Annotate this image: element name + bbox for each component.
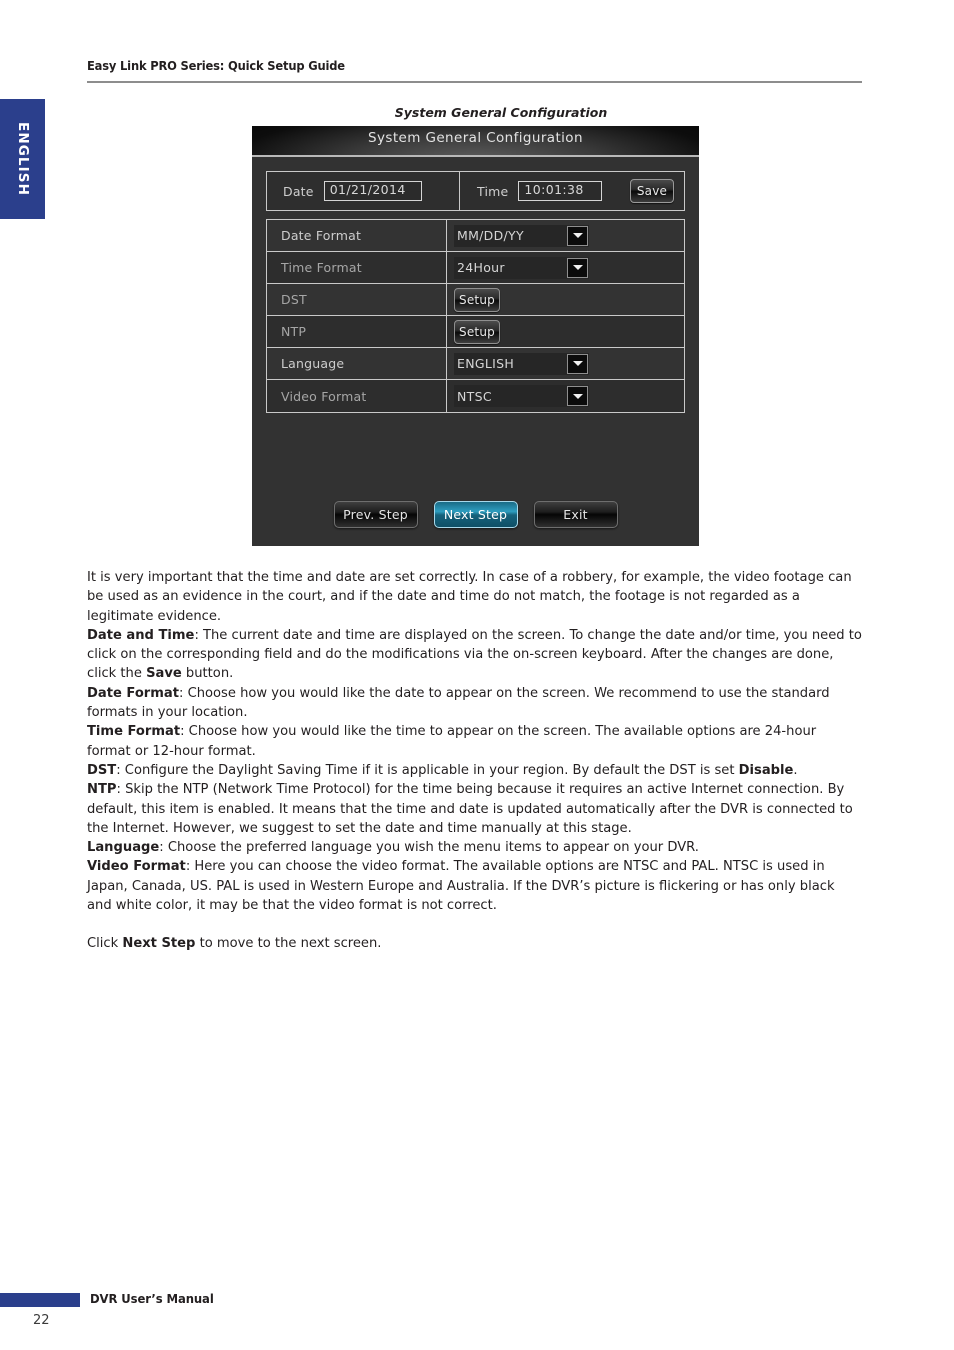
text-video-format: : Here you can choose the video format. … <box>87 859 835 914</box>
text-time-format: : Choose how you would like the time to … <box>87 724 817 759</box>
save-button[interactable]: Save <box>630 179 674 203</box>
page-number: 22 <box>33 1313 50 1328</box>
settings-row-time-format: Time Format 24Hour <box>267 252 684 284</box>
term-save: Save <box>146 666 182 682</box>
settings-label-time-format: Time Format <box>267 252 447 283</box>
time-input[interactable]: 10:01:38 <box>518 181 603 201</box>
term-time-format: Time Format <box>87 724 181 740</box>
settings-row-dst: DST Setup <box>267 284 684 316</box>
text-dst-1: : Configure the Daylight Saving Time if … <box>116 762 739 778</box>
settings-table: Date Format MM/DD/YY Time Format 24Hour <box>266 219 685 413</box>
term-date-format: Date Format <box>87 685 180 701</box>
chevron-down-icon[interactable] <box>567 257 588 278</box>
settings-label-date-format: Date Format <box>267 220 447 251</box>
text-date-and-time-2: button. <box>181 666 234 682</box>
term-video-format: Video Format <box>87 859 186 875</box>
date-input[interactable]: 01/21/2014 <box>323 181 422 201</box>
footer-manual-title: DVR User’s Manual <box>90 1291 214 1306</box>
time-format-dropdown[interactable]: 24Hour <box>454 256 589 279</box>
paragraph-language: Language: Choose the preferred language … <box>87 838 862 857</box>
settings-row-video-format: Video Format NTSC <box>267 380 684 412</box>
dvr-titlebar: System General Configuration <box>252 126 699 157</box>
datetime-row: Date 01/21/2014 Time 10:01:38 Save <box>266 171 685 211</box>
text-dst-2: . <box>793 762 798 778</box>
date-label: Date <box>283 183 314 199</box>
date-format-dropdown[interactable]: MM/DD/YY <box>454 224 589 247</box>
ntp-setup-button[interactable]: Setup <box>454 319 500 344</box>
next-step-button[interactable]: Next Step <box>433 501 518 528</box>
paragraph-time-format: Time Format: Choose how you would like t… <box>87 722 862 761</box>
body-copy: It is very important that the time and d… <box>87 568 862 954</box>
term-disable: Disable <box>738 762 794 778</box>
settings-value-time-format: 24Hour <box>447 252 684 283</box>
chevron-down-icon[interactable] <box>567 386 588 406</box>
prev-step-button[interactable]: Prev. Step <box>333 501 418 528</box>
paragraph-ntp: NTP: Skip the NTP (Network Time Protocol… <box>87 780 862 838</box>
dvr-config-screenshot: System General Configuration Date 01/21/… <box>252 126 699 546</box>
header-divider <box>87 81 862 83</box>
page-title: Easy Link PRO Series: Quick Setup Guide <box>87 58 345 73</box>
time-label: Time <box>477 183 509 199</box>
paragraph-video-format: Video Format: Here you can choose the vi… <box>87 857 862 915</box>
text-click-1: Click <box>87 936 123 952</box>
settings-value-video-format: NTSC <box>447 380 684 412</box>
settings-row-language: Language ENGLISH <box>267 348 684 380</box>
term-next-step: Next Step <box>122 936 196 952</box>
time-cell: Time 10:01:38 Save <box>460 172 684 210</box>
dvr-window-title: System General Configuration <box>368 130 583 146</box>
settings-row-ntp: NTP Setup <box>267 316 684 348</box>
settings-value-dst: Setup <box>447 284 684 315</box>
dvr-nav-buttons: Prev. Step Next Step Exit <box>252 501 699 528</box>
settings-value-ntp: Setup <box>447 316 684 347</box>
chevron-down-icon[interactable] <box>567 225 588 246</box>
language-selected-value: ENGLISH <box>457 356 515 371</box>
term-dst: DST <box>87 762 117 778</box>
paragraph-click-next-step: Click Next Step to move to the next scre… <box>87 934 862 953</box>
text-ntp: : Skip the NTP (Network Time Protocol) f… <box>87 782 853 836</box>
settings-label-dst: DST <box>267 284 447 315</box>
time-format-selected-value: 24Hour <box>457 260 505 275</box>
text-click-2: to move to the next screen. <box>195 936 382 952</box>
date-format-selected-value: MM/DD/YY <box>457 228 524 243</box>
figure-caption: System General Configuration <box>394 105 608 120</box>
footer-accent-bar <box>0 1293 80 1307</box>
term-language: Language <box>87 840 160 856</box>
language-dropdown[interactable]: ENGLISH <box>454 352 589 375</box>
text-date-format: : Choose how you would like the date to … <box>87 685 830 721</box>
settings-label-video-format: Video Format <box>267 380 447 412</box>
settings-value-language: ENGLISH <box>447 348 684 379</box>
paragraph-date-format: Date Format: Choose how you would like t… <box>87 684 862 723</box>
video-format-selected-value: NTSC <box>457 388 492 404</box>
settings-row-date-format: Date Format MM/DD/YY <box>267 220 684 252</box>
page-header: Easy Link PRO Series: Quick Setup Guide <box>87 58 862 83</box>
video-format-dropdown[interactable]: NTSC <box>454 385 589 407</box>
dst-setup-button[interactable]: Setup <box>454 287 500 312</box>
settings-label-ntp: NTP <box>267 316 447 347</box>
text-language: : Choose the preferred language you wish… <box>159 840 699 856</box>
paragraph-intro: It is very important that the time and d… <box>87 570 852 624</box>
language-tab-label: ENGLISH <box>14 122 31 196</box>
date-cell: Date 01/21/2014 <box>267 172 460 210</box>
exit-button[interactable]: Exit <box>533 501 618 528</box>
settings-label-language: Language <box>267 348 447 379</box>
chevron-down-icon[interactable] <box>567 353 588 374</box>
term-date-and-time: Date and Time <box>87 627 195 643</box>
paragraph-date-and-time: Date and Time: The current date and time… <box>87 626 862 684</box>
term-ntp: NTP <box>87 782 117 798</box>
settings-value-date-format: MM/DD/YY <box>447 220 684 251</box>
dvr-body: Date 01/21/2014 Time 10:01:38 Save Date … <box>252 157 699 413</box>
paragraph-dst: DST: Configure the Daylight Saving Time … <box>87 761 862 780</box>
